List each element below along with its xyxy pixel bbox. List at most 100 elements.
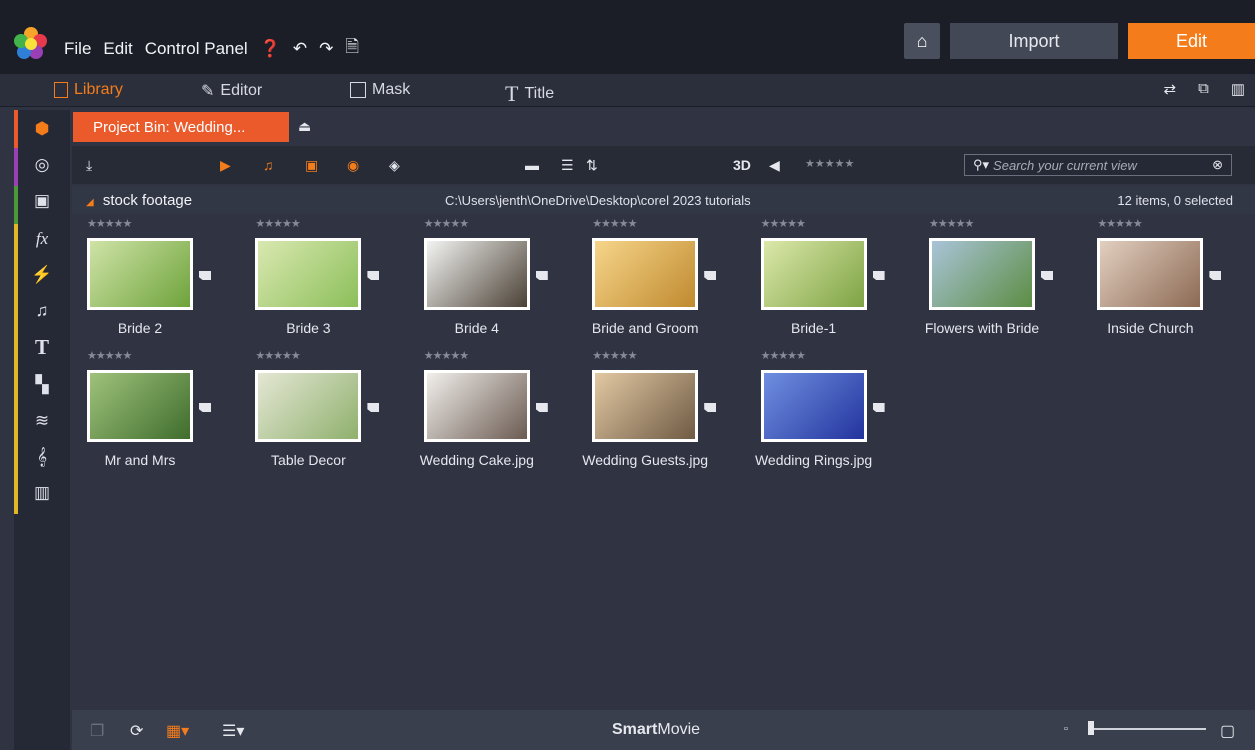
rating-stars[interactable]: ★★★★★ bbox=[592, 217, 637, 230]
slider-knob[interactable] bbox=[1088, 721, 1094, 735]
film-reel-icon[interactable]: ◎ bbox=[14, 146, 70, 184]
project-filter-icon[interactable]: ◉ bbox=[347, 157, 359, 174]
bin-flag-icon[interactable] bbox=[1209, 271, 1222, 280]
tab-library[interactable]: Library bbox=[54, 81, 123, 99]
media-item[interactable]: ★★★★★ Bride 4 bbox=[409, 216, 577, 348]
refresh-icon[interactable]: ⟳ bbox=[130, 721, 143, 741]
menu-file[interactable]: File bbox=[64, 39, 91, 59]
media-item[interactable]: ★★★★★ Bride and Groom bbox=[577, 216, 745, 348]
clear-search-icon[interactable]: ⊗ bbox=[1212, 157, 1223, 173]
layout-icon[interactable]: ▥ bbox=[1231, 80, 1245, 98]
rating-stars[interactable]: ★★★★★ bbox=[592, 349, 637, 362]
media-thumbnail[interactable] bbox=[255, 370, 362, 442]
rating-stars[interactable]: ★★★★★ bbox=[255, 349, 300, 362]
bin-flag-icon[interactable] bbox=[872, 403, 885, 412]
edit-button[interactable]: Edit bbox=[1128, 23, 1255, 59]
help-icon[interactable]: ❓ bbox=[260, 39, 281, 59]
popout-icon[interactable]: ⧉ bbox=[1198, 80, 1209, 98]
rating-filter[interactable]: ★★★★★ bbox=[805, 157, 854, 170]
tab-mask[interactable]: Mask bbox=[350, 81, 410, 99]
piano-icon[interactable]: ▥ bbox=[14, 474, 70, 512]
sort-icon[interactable]: ⇅ bbox=[586, 157, 598, 174]
bin-flag-icon[interactable] bbox=[1041, 271, 1053, 280]
search-box[interactable]: ⚲▾ Search your current view ⊗ bbox=[964, 154, 1232, 176]
rating-stars[interactable]: ★★★★★ bbox=[87, 349, 132, 362]
effects-icon[interactable]: fx bbox=[14, 220, 70, 258]
montage-icon[interactable]: ▚ bbox=[14, 366, 70, 404]
menu-control-panel[interactable]: Control Panel bbox=[145, 39, 248, 59]
media-thumbnail[interactable] bbox=[87, 238, 193, 310]
media-thumbnail[interactable] bbox=[423, 238, 530, 310]
rating-stars[interactable]: ★★★★★ bbox=[929, 217, 974, 230]
bin-flag-icon[interactable] bbox=[704, 403, 717, 412]
rating-stars[interactable]: ★★★★★ bbox=[87, 217, 132, 230]
media-thumbnail[interactable] bbox=[87, 370, 193, 442]
media-item[interactable]: ★★★★★ Bride 3 bbox=[240, 216, 408, 348]
media-thumbnail[interactable] bbox=[929, 238, 1035, 310]
media-item[interactable]: ★★★★★ Wedding Rings.jpg bbox=[746, 348, 914, 480]
tag-icon[interactable]: ◀ bbox=[769, 157, 780, 174]
bin-flag-icon[interactable] bbox=[367, 403, 380, 412]
media-thumbnail[interactable] bbox=[423, 370, 530, 442]
add-media-icon[interactable]: ⤓ bbox=[86, 157, 92, 174]
document-icon[interactable]: 🗎 bbox=[345, 34, 359, 63]
audio-filter-icon[interactable]: ♫ bbox=[263, 157, 274, 173]
media-item[interactable]: ★★★★★ Wedding Cake.jpg bbox=[409, 348, 577, 480]
smartmovie-button[interactable]: SmartMovie bbox=[612, 721, 700, 739]
rating-stars[interactable]: ★★★★★ bbox=[761, 217, 806, 230]
bin-flag-icon[interactable] bbox=[367, 271, 380, 280]
eye-icon[interactable]: ◈ bbox=[389, 157, 400, 174]
rating-stars[interactable]: ★★★★★ bbox=[424, 349, 469, 362]
undo-icon[interactable]: ↶ bbox=[293, 39, 307, 59]
media-thumbnail[interactable] bbox=[592, 370, 699, 442]
media-thumbnail[interactable] bbox=[592, 238, 699, 310]
layers-icon[interactable]: ≋ bbox=[14, 402, 70, 440]
titles-icon[interactable]: T bbox=[14, 328, 70, 366]
rating-stars[interactable]: ★★★★★ bbox=[1097, 217, 1142, 230]
media-item[interactable]: ★★★★★ Wedding Guests.jpg bbox=[577, 348, 745, 480]
search-icon[interactable]: ⚲▾ bbox=[973, 157, 989, 173]
project-bin-tab[interactable]: Project Bin: Wedding... bbox=[73, 112, 289, 142]
grid-view-icon[interactable]: ▦▾ bbox=[166, 721, 189, 741]
small-thumb-icon[interactable]: ▫ bbox=[1064, 723, 1068, 735]
media-thumbnail[interactable] bbox=[1097, 238, 1204, 310]
bin-flag-icon[interactable] bbox=[199, 271, 211, 280]
3d-filter[interactable]: 3D bbox=[733, 157, 751, 173]
bin-flag-icon[interactable] bbox=[872, 271, 885, 280]
photo-filter-icon[interactable]: ▣ bbox=[305, 157, 318, 174]
music-icon[interactable]: ♫ bbox=[14, 292, 70, 330]
media-item[interactable]: ★★★★★ Mr and Mrs bbox=[72, 348, 240, 480]
thumbnail-size-slider[interactable] bbox=[1094, 728, 1206, 730]
folder-toggle[interactable]: ◢ stock footage bbox=[86, 192, 192, 209]
media-item[interactable]: ★★★★★ Table Decor bbox=[240, 348, 408, 480]
details-view-icon[interactable]: ☰▾ bbox=[222, 721, 244, 741]
rating-stars[interactable]: ★★★★★ bbox=[761, 349, 806, 362]
bin-flag-icon[interactable] bbox=[535, 271, 548, 280]
media-thumbnail[interactable] bbox=[760, 370, 867, 442]
bin-pin-icon[interactable]: ⏏ bbox=[298, 118, 311, 135]
media-item[interactable]: ★★★★★ Bride 2 bbox=[72, 216, 240, 348]
import-button[interactable]: Import bbox=[950, 23, 1118, 59]
media-item[interactable]: ★★★★★ Inside Church bbox=[1082, 216, 1250, 348]
folder-icon[interactable]: ▬ bbox=[525, 157, 539, 173]
copy-icon[interactable]: ❐ bbox=[90, 721, 104, 741]
bin-flag-icon[interactable] bbox=[704, 271, 717, 280]
transitions-icon[interactable]: ⚡ bbox=[14, 256, 70, 294]
home-button[interactable]: ⌂ bbox=[904, 23, 940, 59]
bin-flag-icon[interactable] bbox=[535, 403, 548, 412]
tab-title[interactable]: T Title bbox=[505, 81, 554, 107]
media-item[interactable]: ★★★★★ Bride-1 bbox=[746, 216, 914, 348]
bin-flag-icon[interactable] bbox=[199, 403, 211, 412]
video-filter-icon[interactable]: ▶ bbox=[220, 157, 231, 174]
redo-icon[interactable]: ↷ bbox=[319, 39, 333, 59]
rating-stars[interactable]: ★★★★★ bbox=[255, 217, 300, 230]
menu-edit[interactable]: Edit bbox=[103, 39, 132, 59]
rating-stars[interactable]: ★★★★★ bbox=[424, 217, 469, 230]
tab-editor[interactable]: ✎ Editor bbox=[201, 81, 262, 101]
project-bins-icon[interactable]: ⬢ bbox=[14, 110, 70, 148]
collections-icon[interactable]: ▣ bbox=[14, 182, 70, 220]
list-view-icon[interactable]: ☰ bbox=[561, 157, 574, 174]
media-thumbnail[interactable] bbox=[255, 238, 362, 310]
share-icon[interactable]: ⇄ bbox=[1164, 80, 1177, 98]
scorefitter-icon[interactable]: 𝄞 bbox=[14, 438, 70, 476]
